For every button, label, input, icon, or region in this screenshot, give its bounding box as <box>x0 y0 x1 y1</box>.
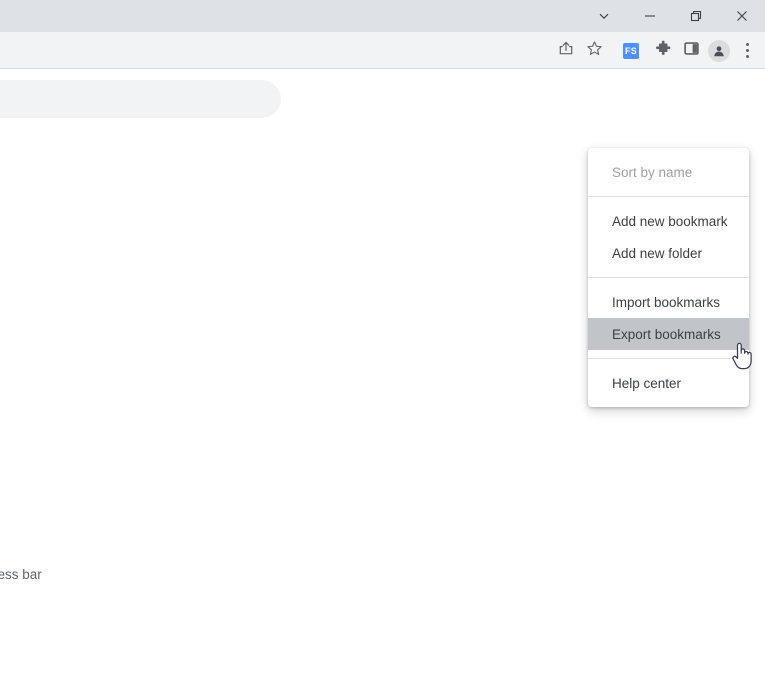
minimize-button[interactable] <box>627 0 673 32</box>
browser-toolbar: FS <box>0 32 765 69</box>
avatar <box>708 39 730 62</box>
window-controls <box>581 0 765 32</box>
menu-item-export-bookmarks[interactable]: Export bookmarks <box>588 318 749 350</box>
extensions-button[interactable] <box>649 37 677 65</box>
chevron-down-icon <box>598 10 610 22</box>
title-bar <box>0 0 765 32</box>
menu-item-import-bookmarks[interactable]: Import bookmarks <box>588 286 749 318</box>
tab-search-button[interactable] <box>581 0 627 32</box>
extension-fs-button[interactable]: FS <box>617 37 645 65</box>
minimize-icon <box>644 10 656 22</box>
side-panel-icon <box>683 41 699 61</box>
fs-extension-icon: FS <box>623 42 639 59</box>
restore-icon <box>690 10 702 22</box>
share-icon <box>558 40 574 61</box>
share-button[interactable] <box>552 37 580 65</box>
close-icon <box>736 10 748 22</box>
toolbar-actions: FS <box>551 32 761 69</box>
bookmark-star-button[interactable] <box>580 37 608 65</box>
omnibox-actions <box>551 36 609 65</box>
chrome-menu-button[interactable] <box>733 37 761 65</box>
menu-item-sort-by-name[interactable]: Sort by name <box>588 156 749 188</box>
side-panel-button[interactable] <box>677 37 705 65</box>
three-dots-icon <box>745 43 749 58</box>
page-content: the address bar Sort by name Add new boo… <box>0 69 765 693</box>
profile-button[interactable] <box>705 37 733 65</box>
menu-group: Import bookmarks Export bookmarks <box>588 277 749 358</box>
close-button[interactable] <box>719 0 765 32</box>
menu-item-help-center[interactable]: Help center <box>588 367 749 399</box>
restore-button[interactable] <box>673 0 719 32</box>
puzzle-piece-icon <box>655 40 672 62</box>
page-note-text: the address bar <box>0 567 42 582</box>
menu-group: Help center <box>588 358 749 399</box>
bookmarks-options-menu: Sort by name Add new bookmark Add new fo… <box>588 148 749 407</box>
menu-item-add-new-bookmark[interactable]: Add new bookmark <box>588 205 749 237</box>
menu-group: Sort by name <box>588 156 749 196</box>
star-icon <box>586 40 603 62</box>
menu-item-add-new-folder[interactable]: Add new folder <box>588 237 749 269</box>
menu-group: Add new bookmark Add new folder <box>588 196 749 277</box>
search-input[interactable] <box>0 80 281 118</box>
